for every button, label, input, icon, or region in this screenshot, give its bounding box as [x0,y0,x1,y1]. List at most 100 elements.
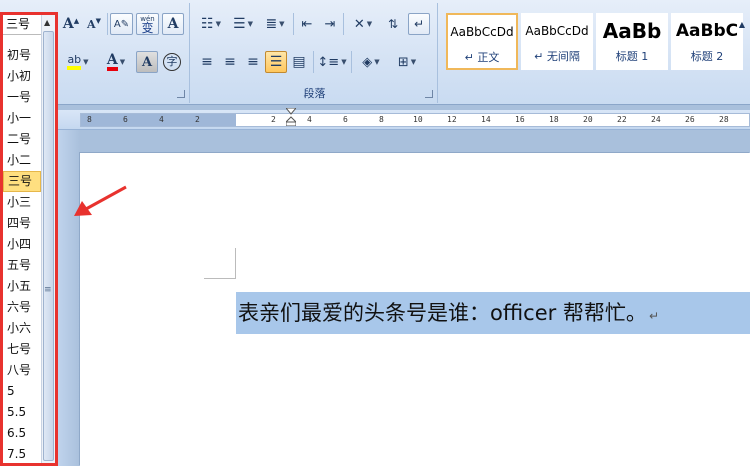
vertical-ruler [56,130,80,466]
paragraph-group-label: 段落 [303,87,326,100]
decrease-indent-icon: ⇤ [301,16,313,32]
align-right-button[interactable]: ≡ [242,51,264,73]
multilevel-list-button[interactable]: ≣ ▼ [260,13,290,35]
font-size-option[interactable]: 四号 [3,213,41,234]
ruler-tick: 14 [481,115,491,124]
styles-scroll-up-icon[interactable]: ▲ [736,17,748,31]
font-size-option[interactable]: 6.5 [3,423,41,444]
numbering-button[interactable]: ☰ ▼ [228,13,258,35]
ruler-tick: 12 [447,115,457,124]
ruler-tick: 18 [549,115,559,124]
font-size-option[interactable]: 小二 [3,150,41,171]
font-size-option[interactable]: 小六 [3,318,41,339]
clear-format-icon: A✎ [113,18,130,30]
character-border-icon: A [167,16,179,32]
font-size-option[interactable]: 七号 [3,339,41,360]
ruler-track: 8 6 4 2 2 4 6 8 10 12 14 16 18 20 22 24 … [80,113,750,127]
ruler-tick: 8 [87,115,92,124]
ruler-tick: 16 [515,115,525,124]
shrink-font-icon: A▼ [87,17,101,31]
ruler-tick: 10 [413,115,423,124]
character-border-button[interactable]: A [162,13,184,35]
align-center-icon: ≡ [224,54,236,70]
chinese-layout-button[interactable]: ✕ ▼ [346,13,380,35]
style-heading-2[interactable]: AaBbC 标题 2 [671,13,743,70]
clear-format-button[interactable]: A✎ [110,13,133,35]
style-heading-1[interactable]: AaBb 标题 1 [596,13,668,70]
ruler-tick: 4 [159,115,164,124]
ruler-tick: 6 [343,115,348,124]
font-size-option[interactable]: 初号 [3,45,41,66]
font-size-option[interactable]: 小一 [3,108,41,129]
paint-bucket-icon: ◈ [362,54,373,70]
ruler-tick: 8 [379,115,384,124]
borders-button[interactable]: ⊞ ▼ [390,51,424,73]
align-right-icon: ≡ [247,54,259,70]
style-no-spacing[interactable]: AaBbCcDd ↵ 无间隔 [521,13,593,70]
justify-button[interactable]: ☰ [265,51,287,73]
font-size-option[interactable]: 5 [3,381,41,402]
highlight-color-button[interactable]: ab ▼ [60,51,96,73]
font-group: A▲ A▼ A✎ wén 变 A ab ▼ A ▼ A 字 [56,3,190,103]
font-size-option[interactable]: 小初 [3,66,41,87]
font-size-option-selected[interactable]: 三号 [3,171,41,192]
font-size-option[interactable]: 一号 [3,87,41,108]
phonetic-guide-icon: wén 变 [140,15,155,35]
font-size-option[interactable]: 八号 [3,360,41,381]
font-size-options: 初号 小初 一号 小一 二号 小二 三号 小三 四号 小四 五号 小五 六号 小… [3,45,41,465]
character-shading-icon: A [141,54,153,70]
font-size-current[interactable]: 三号 [3,15,41,35]
styles-group: AaBbCcDd ↵ 正文 AaBbCcDd ↵ 无间隔 AaBb 标题 1 A… [440,3,750,103]
sort-button[interactable]: ⇅ [382,13,404,35]
ruler-tick: 22 [617,115,627,124]
scrollbar-thumb[interactable] [43,31,54,461]
style-name: 标题 1 [615,50,649,63]
justify-icon: ☰ [269,54,283,70]
font-size-option[interactable]: 六号 [3,297,41,318]
style-normal[interactable]: AaBbCcDd ↵ 正文 [446,13,518,70]
font-dialog-launcher-icon[interactable] [177,90,185,98]
font-size-option[interactable]: 7.5 [3,444,41,465]
indent-marker-icon[interactable] [286,108,296,126]
enclose-characters-button[interactable]: 字 [160,51,184,73]
decrease-indent-button[interactable]: ⇤ [296,13,318,35]
font-size-option[interactable]: 五号 [3,255,41,276]
grow-font-button[interactable]: A▲ [60,13,82,35]
line-spacing-icon: ↕≡ [317,54,340,70]
font-size-dropdown-list[interactable]: 三号 初号 小初 一号 小一 二号 小二 三号 小三 四号 小四 五号 小五 六… [0,12,58,466]
phonetic-guide-button[interactable]: wén 变 [136,13,159,35]
align-center-button[interactable]: ≡ [219,51,241,73]
bullets-button[interactable]: ☷ ▼ [196,13,226,35]
character-shading-button[interactable]: A [136,51,158,73]
dropdown-scrollbar[interactable]: ▲ ≡ [41,15,55,463]
style-preview: AaBbC [675,21,739,41]
ruler-tick: 4 [307,115,312,124]
sort-icon: ⇅ [387,17,399,31]
font-size-option[interactable]: 小四 [3,234,41,255]
style-preview: AaBbCcDd [525,24,589,38]
shrink-font-button[interactable]: A▼ [83,13,105,35]
scroll-up-arrow-icon[interactable]: ▲ [44,18,50,27]
font-size-option[interactable]: 小三 [3,192,41,213]
distributed-button[interactable]: ▤ [288,51,310,73]
paragraph-dialog-launcher-icon[interactable] [425,90,433,98]
font-size-option[interactable]: 5.5 [3,402,41,423]
align-left-button[interactable]: ≡ [196,51,218,73]
ruler-tick: 6 [123,115,128,124]
line-spacing-button[interactable]: ↕≡ ▼ [316,51,348,73]
red-arrow-annotation-icon [74,185,127,216]
ruler-tick: 2 [271,115,276,124]
distributed-icon: ▤ [292,54,306,70]
document-page[interactable]: 表亲们最爱的头条号是谁：officer 帮帮忙。 ↵ [80,153,750,466]
font-color-icon: A [106,53,118,71]
font-size-option[interactable]: 二号 [3,129,41,150]
selected-paragraph[interactable]: 表亲们最爱的头条号是谁：officer 帮帮忙。 ↵ [236,292,750,334]
highlighter-icon: ab [67,54,82,70]
font-size-option[interactable]: 小五 [3,276,41,297]
show-marks-button[interactable]: ↵ [408,13,430,35]
font-color-button[interactable]: A ▼ [98,51,134,73]
align-left-icon: ≡ [201,54,213,70]
shading-button[interactable]: ◈ ▼ [354,51,388,73]
style-name: ↵ 无间隔 [534,50,580,63]
increase-indent-button[interactable]: ⇥ [319,13,341,35]
